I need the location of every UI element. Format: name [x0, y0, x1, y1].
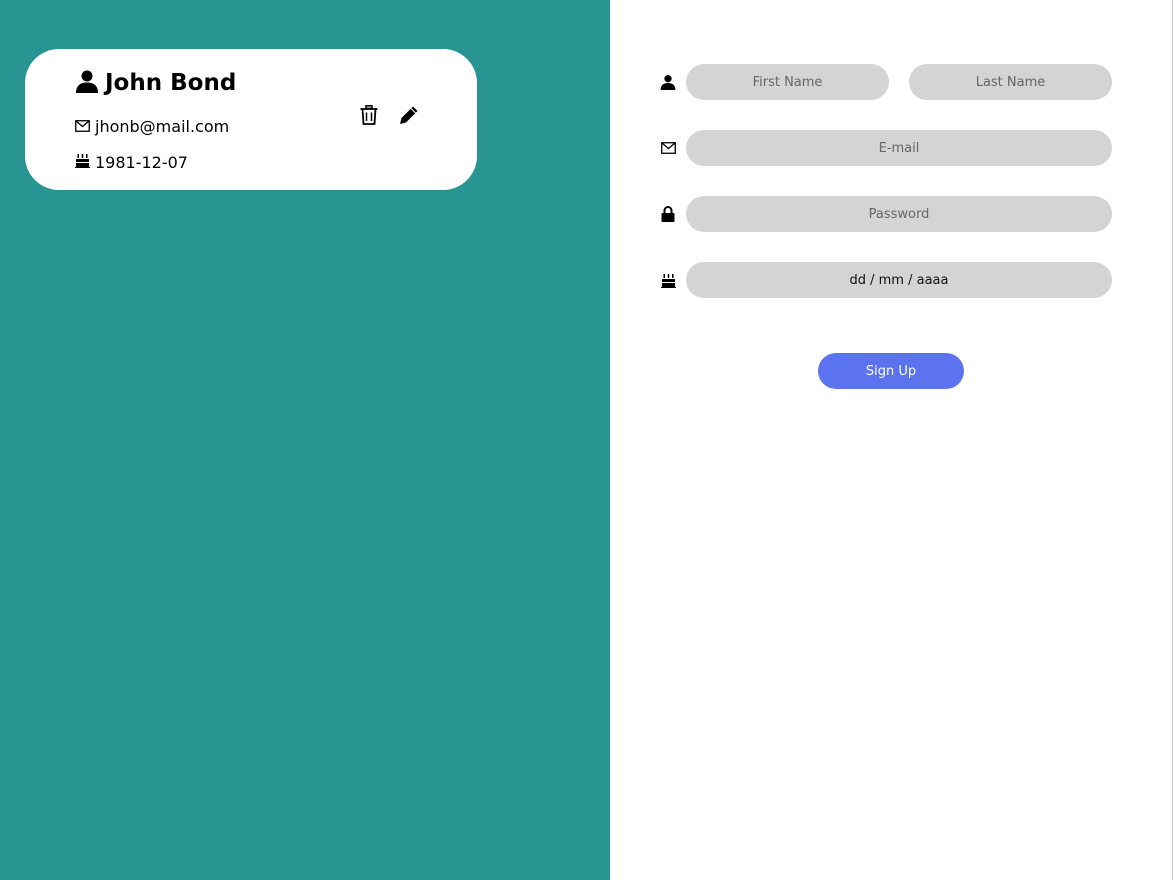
- password-input[interactable]: [686, 196, 1112, 232]
- birthdate-input[interactable]: dd / mm / aaaa: [686, 262, 1112, 298]
- user-name-row: John Bond: [75, 68, 236, 98]
- app: John Bond jhonb@mail.com 1981-12-07 Firs…: [0, 0, 1173, 880]
- lock-icon: [660, 206, 676, 222]
- email-input[interactable]: [686, 130, 1112, 166]
- user-icon: [75, 69, 99, 97]
- sign-up-button[interactable]: Sign Up: [818, 353, 964, 389]
- birthday-cake-icon: [660, 272, 676, 288]
- envelope-icon: [660, 140, 676, 156]
- first-name-input[interactable]: [686, 64, 889, 100]
- birthdate-row: dd / mm / aaaa: [660, 262, 1112, 298]
- delete-button[interactable]: [358, 105, 380, 129]
- edit-button[interactable]: [398, 106, 420, 128]
- user-email: jhonb@mail.com: [95, 117, 230, 136]
- last-name-input[interactable]: [909, 64, 1112, 100]
- user-birthdate: 1981-12-07: [95, 153, 188, 172]
- signup-panel: dd / mm / aaaa Sign Up: [610, 0, 1173, 880]
- pencil-icon: [399, 105, 419, 129]
- user-card: John Bond jhonb@mail.com 1981-12-07: [25, 49, 477, 190]
- birthdate-placeholder: dd / mm / aaaa: [849, 272, 949, 288]
- user-name: John Bond: [105, 70, 237, 96]
- card-actions: [358, 105, 420, 129]
- user-email-row: jhonb@mail.com: [75, 117, 229, 136]
- user-birthdate-row: 1981-12-07: [75, 153, 188, 172]
- trash-icon: [360, 105, 378, 129]
- birthday-cake-icon: [75, 153, 90, 172]
- envelope-icon: [75, 117, 90, 136]
- user-list-panel: John Bond jhonb@mail.com 1981-12-07: [0, 0, 610, 880]
- user-icon: [660, 74, 676, 90]
- name-row: [660, 64, 1112, 100]
- email-row: [660, 130, 1112, 166]
- password-row: [660, 196, 1112, 232]
